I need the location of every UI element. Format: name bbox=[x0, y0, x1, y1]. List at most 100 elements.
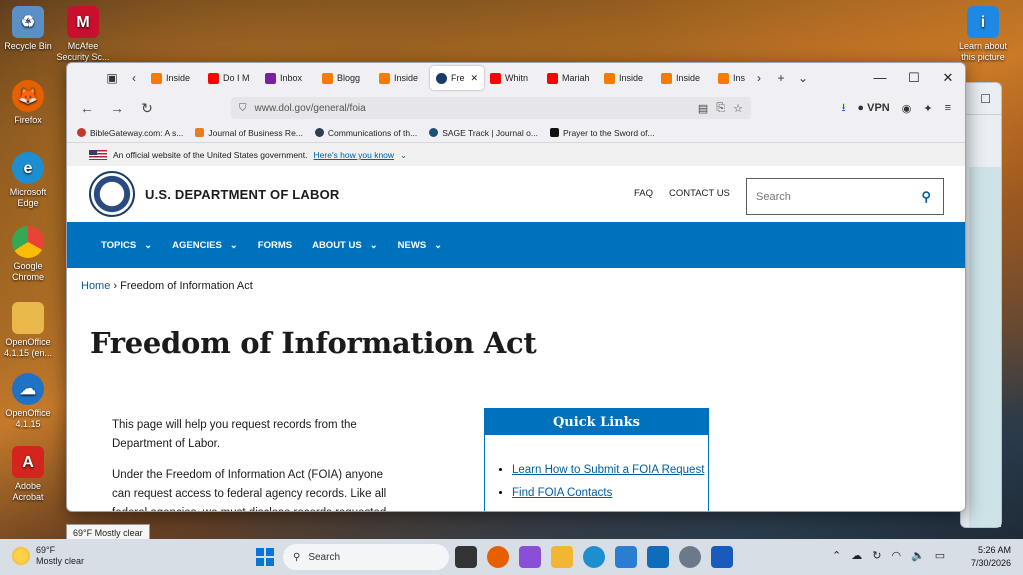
nav-item-topics[interactable]: TOPICS ⌄ bbox=[101, 240, 152, 251]
desktop-icon-chrome[interactable]: Google Chrome bbox=[0, 226, 56, 283]
desktop-icon-learn-picture[interactable]: i Learn about this picture bbox=[955, 6, 1011, 63]
extensions-icon[interactable]: ✦ bbox=[923, 102, 932, 115]
desktop-icon-mcafee[interactable]: M McAfee Security Sc... bbox=[55, 6, 111, 63]
vpn-button[interactable]: ● VPN bbox=[857, 102, 889, 114]
browser-tab[interactable]: Ins bbox=[712, 66, 748, 90]
agency-name[interactable]: U.S. DEPARTMENT OF LABOR bbox=[145, 187, 340, 202]
breadcrumb: Home › Freedom of Information Act bbox=[67, 268, 965, 308]
browser-tab[interactable]: Inbox bbox=[259, 66, 316, 90]
search-icon[interactable]: ⚲ bbox=[921, 189, 931, 205]
tab-list-chevron-icon[interactable]: ⌄ bbox=[792, 67, 814, 89]
dol-seal-logo[interactable] bbox=[89, 171, 135, 217]
onedrive-icon[interactable]: ☁ bbox=[851, 549, 862, 562]
submit-foia-request-link[interactable]: Learn How to Submit a FOIA Request bbox=[512, 464, 704, 476]
chevron-up-icon[interactable]: ⌃ bbox=[832, 549, 841, 562]
menu-icon[interactable]: ≡ bbox=[945, 102, 951, 114]
breadcrumb-home-link[interactable]: Home bbox=[81, 280, 110, 292]
desktop-icon-label: OpenOffice 4.1.15 bbox=[5, 408, 51, 429]
browser-tab-active[interactable]: Fre ✕ bbox=[430, 66, 484, 90]
downloads-icon[interactable]: ⭳ bbox=[842, 99, 846, 118]
desktop-icon-acrobat[interactable]: A Adobe Acrobat bbox=[0, 446, 56, 503]
chevron-down-icon[interactable]: ⌄ bbox=[400, 150, 407, 161]
globe-favicon-icon bbox=[314, 128, 324, 137]
tab-close-icon[interactable]: ✕ bbox=[470, 73, 478, 84]
browser-tab[interactable]: Inside bbox=[655, 66, 712, 90]
browser-tab[interactable]: Inside bbox=[598, 66, 655, 90]
url-text[interactable]: www.dol.gov/general/foia bbox=[255, 103, 366, 114]
browser-tab[interactable]: Inside bbox=[373, 66, 430, 90]
journal-favicon-icon bbox=[195, 128, 205, 137]
bookmark-item[interactable]: SAGE Track | Journal o... bbox=[429, 128, 538, 138]
volume-icon[interactable]: 🔈 bbox=[911, 549, 925, 562]
save-to-pocket-icon[interactable]: ⎘ bbox=[716, 102, 725, 115]
copilot-icon[interactable] bbox=[519, 546, 541, 568]
store-icon[interactable] bbox=[615, 546, 637, 568]
reader-view-icon[interactable]: ▤ bbox=[698, 102, 708, 115]
biblegateway-favicon-icon bbox=[77, 128, 86, 137]
site-search-input[interactable]: Search ⚲ bbox=[746, 178, 944, 215]
new-tab-icon[interactable]: + bbox=[770, 67, 792, 89]
nav-item-news[interactable]: NEWS ⌄ bbox=[398, 240, 442, 251]
file-explorer-icon[interactable] bbox=[551, 546, 573, 568]
youtube-favicon-icon bbox=[208, 72, 219, 84]
word-icon[interactable] bbox=[711, 546, 733, 568]
nav-item-forms[interactable]: FORMS bbox=[258, 240, 292, 251]
forward-arrow-icon[interactable]: → bbox=[105, 100, 129, 116]
shield-icon[interactable]: ⛉ bbox=[239, 103, 247, 114]
close-window-icon[interactable]: ✕ bbox=[931, 70, 965, 86]
task-view-icon[interactable] bbox=[455, 546, 477, 568]
blogger-favicon-icon bbox=[322, 72, 333, 84]
browser-tab[interactable]: Mariah bbox=[541, 66, 598, 90]
back-arrow-icon[interactable]: ← bbox=[75, 100, 99, 116]
browser-tab[interactable]: Blogg bbox=[316, 66, 373, 90]
desktop-icon-firefox[interactable]: 🦊 Firefox bbox=[0, 80, 56, 126]
reload-icon[interactable]: ↻ bbox=[135, 100, 159, 117]
desktop-icon-recycle-bin[interactable]: ♻ Recycle Bin bbox=[0, 6, 56, 52]
maximize-icon[interactable]: ☐ bbox=[897, 70, 931, 86]
sync-icon[interactable]: ↻ bbox=[872, 549, 881, 562]
bookmark-star-icon[interactable]: ☆ bbox=[733, 102, 743, 115]
desktop-icon-edge[interactable]: e Microsoft Edge bbox=[0, 152, 56, 209]
taskbar-search[interactable]: ⚲ Search bbox=[283, 544, 449, 570]
blogger-favicon-icon bbox=[151, 72, 162, 84]
blogger-favicon-icon bbox=[604, 72, 615, 84]
nav-item-about-us[interactable]: ABOUT US ⌄ bbox=[312, 240, 378, 251]
acrobat-icon: A bbox=[12, 446, 44, 478]
desktop-icon-label: Microsoft Edge bbox=[9, 187, 47, 208]
learn-picture-icon: i bbox=[967, 6, 999, 38]
nav-label: FORMS bbox=[257, 239, 293, 251]
clock[interactable]: 5:26 AM 7/30/2026 bbox=[971, 544, 1011, 570]
address-bar[interactable]: ⛉ www.dol.gov/general/foia ▤ ⎘ ☆ bbox=[231, 97, 751, 119]
background-window[interactable]: ☐ bbox=[960, 82, 1002, 528]
edge-icon[interactable] bbox=[583, 546, 605, 568]
find-foia-contacts-link[interactable]: Find FOIA Contacts bbox=[512, 487, 612, 499]
outlook-icon[interactable] bbox=[647, 546, 669, 568]
tab-overview-icon[interactable]: ▣ bbox=[101, 67, 123, 89]
browser-tab[interactable]: Inside bbox=[145, 66, 202, 90]
start-button[interactable] bbox=[256, 548, 274, 566]
bookmark-item[interactable]: BibleGateway.com: A s... bbox=[77, 128, 183, 138]
browser-tab[interactable]: Do I M bbox=[202, 66, 259, 90]
settings-icon[interactable] bbox=[679, 546, 701, 568]
firefox-icon[interactable] bbox=[487, 546, 509, 568]
wifi-icon[interactable]: ◠ bbox=[891, 549, 901, 562]
bookmark-item[interactable]: Prayer to the Sword of... bbox=[549, 127, 655, 138]
nav-item-agencies[interactable]: AGENCIES ⌄ bbox=[172, 240, 238, 251]
bookmark-item[interactable]: Communications of th... bbox=[314, 128, 417, 138]
battery-icon[interactable]: ▭ bbox=[935, 549, 945, 562]
browser-tab[interactable]: Whitn bbox=[484, 66, 541, 90]
contact-us-link[interactable]: CONTACT US bbox=[669, 188, 730, 199]
tab-scroll-right-icon[interactable]: › bbox=[748, 67, 770, 89]
faq-link[interactable]: FAQ bbox=[634, 188, 653, 199]
minimize-icon[interactable]: — bbox=[863, 70, 897, 86]
account-icon[interactable]: ◉ bbox=[902, 102, 912, 115]
desktop-icon-openoffice[interactable]: ☁ OpenOffice 4.1.15 bbox=[0, 373, 56, 430]
breadcrumb-current: Freedom of Information Act bbox=[120, 280, 253, 292]
desktop-icon-openoffice-folder[interactable]: OpenOffice 4.1.15 (en... bbox=[0, 302, 56, 359]
bookmark-item[interactable]: Journal of Business Re... bbox=[195, 128, 303, 138]
heres-how-you-know-link[interactable]: Here's how you know bbox=[314, 150, 395, 160]
tab-scroll-left-icon[interactable]: ‹ bbox=[123, 67, 145, 89]
weather-widget[interactable]: 69°F Mostly clear bbox=[12, 545, 84, 567]
bookmark-label: Prayer to the Sword of... bbox=[562, 127, 655, 138]
bookmark-label: BibleGateway.com: A s... bbox=[90, 127, 184, 138]
